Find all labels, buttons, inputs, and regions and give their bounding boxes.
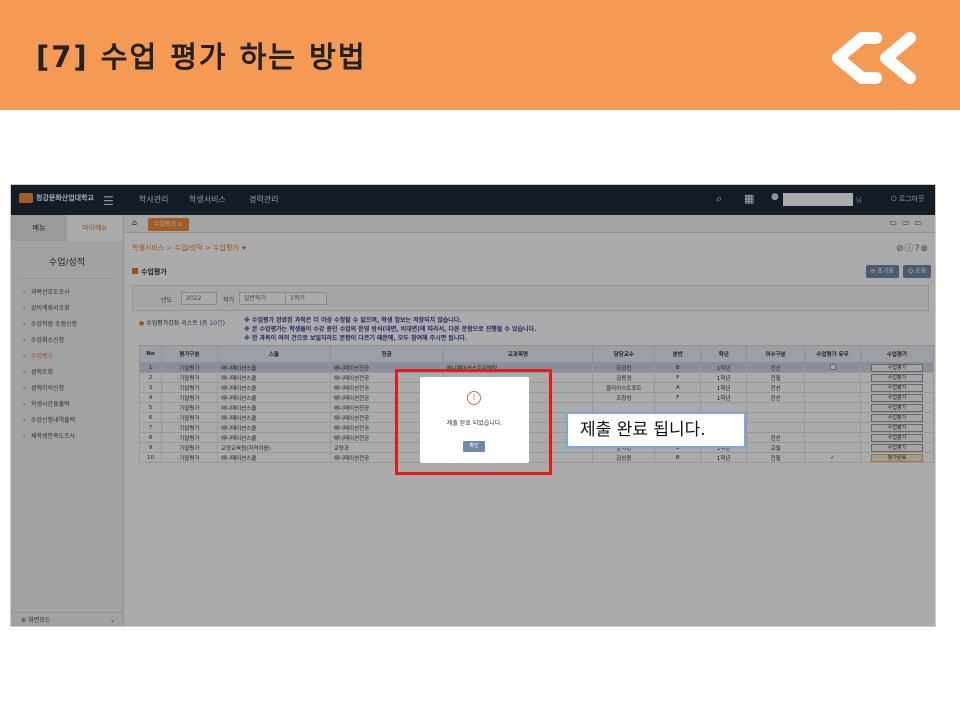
highlight-box xyxy=(395,369,552,475)
ck-logo-icon xyxy=(832,32,916,84)
slide-title: [7] 수업 평가 하는 방법 xyxy=(36,40,367,74)
portal-screenshot: 청강문화산업대학교 ☰ 학사관리 학생서비스 경력관리 ⌕ ▦ ● 님 ⏻ 로그… xyxy=(10,184,936,627)
slide-header: [7] 수업 평가 하는 방법 xyxy=(0,0,960,110)
callout-annotation: 제출 완료 됩니다. xyxy=(566,412,746,448)
